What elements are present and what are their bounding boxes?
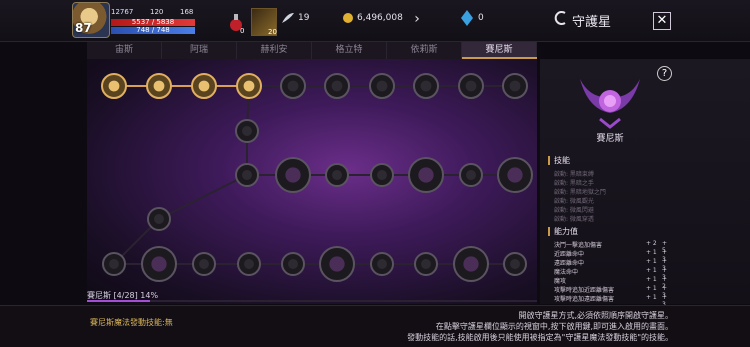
constellation-node[interactable]: [325, 163, 349, 187]
constellation-node[interactable]: [275, 157, 311, 193]
skill-item: 啟動: 黑暗地獄之門: [554, 189, 606, 196]
rose-emblem-icon: [580, 79, 640, 129]
guardian-star-icon: [554, 11, 566, 25]
stat-value: + 1: [646, 249, 657, 256]
constellation-node[interactable]: [147, 207, 171, 231]
constellation-node[interactable]: [413, 73, 439, 99]
skill-item: 啟動: 微風穿透: [554, 216, 594, 223]
constellation-node[interactable]: [101, 73, 127, 99]
stat-row: 魔法命中 + 1 + 3: [554, 267, 670, 281]
constellation-panel: [87, 59, 537, 304]
gold-coin-icon: [343, 13, 353, 23]
top-hud: 87 12767 120 168 5537 / 5838 748 / 748 0…: [0, 0, 750, 42]
constellation-tree: [101, 73, 533, 282]
detail-panel: ? 賽尼斯 技能 啟動: 黑暗束缚 啟動: 黑暗之手 啟動: 黑暗地獄之門 啟動…: [540, 59, 750, 308]
help-line: 開啟守護星方式,必須依照順序開啟守護星。: [518, 311, 673, 320]
constellation-node[interactable]: [408, 157, 444, 193]
stat-row: 攻擊時追加遠距離傷害+ 1+ 3: [554, 294, 670, 308]
constellation-node[interactable]: [414, 252, 438, 276]
constellation-node[interactable]: [453, 246, 489, 282]
constellation-node[interactable]: [146, 73, 172, 99]
constellation-node[interactable]: [370, 252, 394, 276]
skill-item: 啟動: 微風觀光: [554, 198, 594, 205]
feather-count: 19: [298, 13, 310, 23]
constellation-node[interactable]: [237, 252, 261, 276]
chevron-right-icon[interactable]: ›: [409, 10, 425, 28]
skill-status: 賽尼斯魔法發動技能:無: [90, 318, 173, 327]
blue-gem-icon: [461, 10, 473, 26]
gem-count: 0: [478, 13, 484, 23]
constellation-node[interactable]: [369, 73, 395, 99]
stat-name: 遠距離命中: [554, 260, 585, 267]
tab-ares[interactable]: 阿瑞: [162, 42, 237, 59]
tab-zeus[interactable]: 宙斯: [87, 42, 162, 59]
constellation-node[interactable]: [235, 163, 259, 187]
close-button[interactable]: ✕: [653, 12, 671, 30]
tab-helian[interactable]: 赫利安: [237, 42, 312, 59]
tab-ilis[interactable]: 依莉斯: [387, 42, 462, 59]
stat-name: 攻擊時追加近距離傷害: [554, 287, 615, 294]
skill-item: 啟動: 微風閃避: [554, 207, 594, 214]
constellation-node[interactable]: [319, 246, 355, 282]
constellation-node[interactable]: [141, 246, 177, 282]
constellation-node[interactable]: [370, 163, 394, 187]
constellation-node[interactable]: [191, 73, 217, 99]
skill-item: 啟動: 黑暗束缚: [554, 171, 594, 178]
constellation-node[interactable]: [502, 73, 528, 99]
constellation-node[interactable]: [280, 73, 306, 99]
stats-title: 能力值: [548, 227, 578, 236]
stat-row: 攻擊時追加近距離傷害 + 1 + 3: [554, 285, 670, 299]
character-level: 87: [75, 21, 92, 35]
stat-name: 魔攻: [554, 278, 567, 285]
mp-bar: 748 / 748: [111, 27, 195, 34]
skill-item: 啟動: 黑暗之手: [554, 180, 594, 187]
stat-a: 12767: [111, 8, 134, 16]
stat-name: 近距離命中: [554, 251, 585, 258]
potion-count: 0: [240, 27, 245, 35]
tab-sinis[interactable]: 賽尼斯: [462, 42, 537, 59]
constellation-node[interactable]: [192, 252, 216, 276]
tab-gelite[interactable]: 格立特: [312, 42, 387, 59]
stat-value: + 1: [646, 294, 657, 301]
constellation-node[interactable]: [236, 73, 262, 99]
stat-value: + 1: [646, 267, 657, 274]
bottom-bar: 賽尼斯魔法發動技能:無 開啟守護星方式,必須依照順序開啟守護星。 在點擊守護星欄…: [0, 305, 750, 347]
gold-amount: 6,496,008: [357, 13, 403, 23]
progress-fill: [87, 300, 150, 302]
constellation-node[interactable]: [458, 73, 484, 99]
stat-name: 魔法命中: [554, 269, 579, 276]
stat-name: 攻擊時追加遠距離傷害: [554, 296, 615, 303]
window-title: 守護星: [572, 15, 612, 30]
help-button[interactable]: ?: [657, 66, 672, 81]
help-text: 開啟守護星方式,必須依照順序開啟守護星。 在點擊守護星欄位顯示的視窗中,按下啟用…: [407, 310, 673, 343]
stat-value: + 1: [646, 258, 657, 265]
constellation-node[interactable]: [235, 119, 259, 143]
stat-value: + 2: [646, 240, 657, 247]
constellation-node[interactable]: [324, 73, 350, 99]
stat-row: 遠距離命中 + 1 + 3: [554, 258, 670, 272]
stat-value: + 1: [646, 276, 657, 283]
stat-row: 近距離命中 + 1 + 3: [554, 249, 670, 263]
stat-value: + 1: [646, 285, 657, 292]
constellation-node[interactable]: [281, 252, 305, 276]
constellation-node[interactable]: [102, 252, 126, 276]
item-count: 20: [268, 28, 277, 36]
constellation-node[interactable]: [497, 157, 533, 193]
deity-name: 賽尼斯: [596, 134, 624, 144]
progress-bar: [87, 300, 537, 302]
hp-bar: 5537 / 5838: [111, 19, 195, 26]
skills-title: 技能: [548, 156, 570, 165]
stat-b: 120: [150, 8, 164, 16]
constellation-node[interactable]: [459, 163, 483, 187]
stat-name: 決鬥一擊追加傷害: [554, 242, 603, 249]
stat-c: 168: [180, 8, 194, 16]
deity-tabs: 宙斯 阿瑞 赫利安 格立特 依莉斯 賽尼斯: [87, 42, 537, 59]
constellation-node[interactable]: [503, 252, 527, 276]
help-line: 發動技能的話,技能啟用後只能使用被指定為"守護星魔法發動技能"的技能。: [407, 333, 673, 342]
tree-link: [158, 174, 248, 220]
stat-row: 決鬥一擊追加傷害 + 2 + 5: [554, 240, 670, 254]
help-line: 在點擊守護星欄位顯示的視窗中,按下啟用鍵,即可進入啟用的畫面。: [435, 322, 673, 331]
stat-row: 魔攻 + 1 + 2: [554, 276, 670, 290]
feather-icon: [282, 13, 294, 23]
